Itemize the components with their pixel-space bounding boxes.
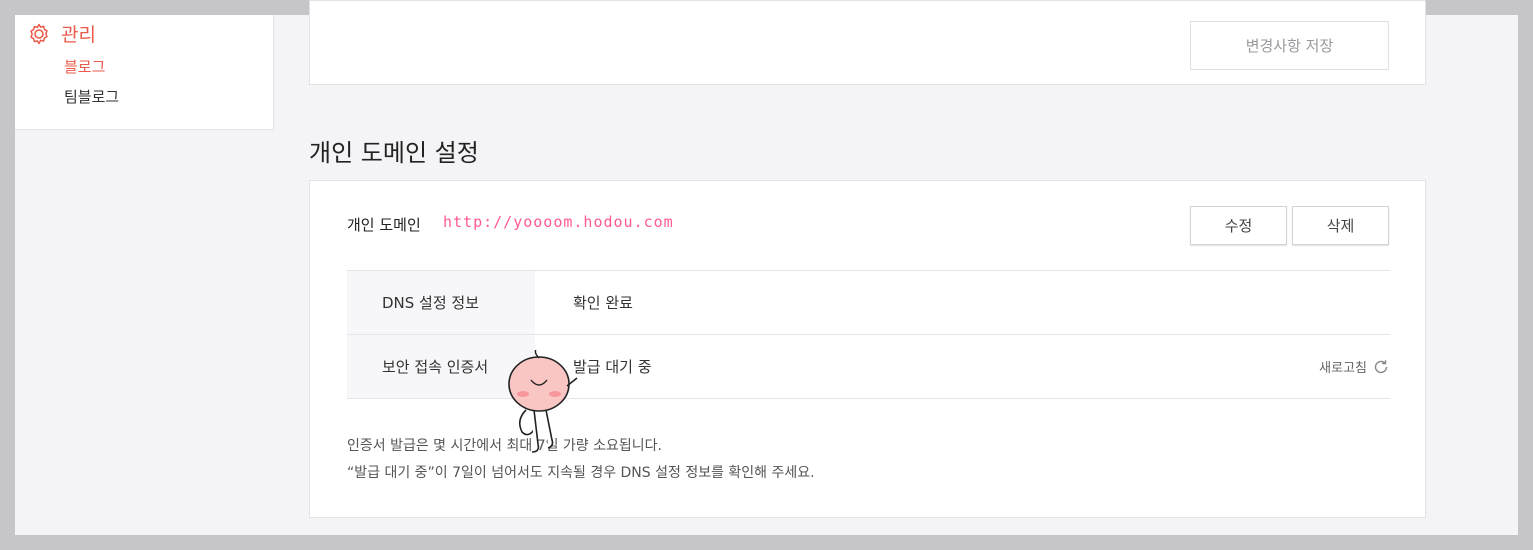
domain-value: http://yoooom.hodou.com [443,213,674,231]
refresh-button[interactable]: 새로고침 [1319,357,1390,376]
card-divider [310,0,1425,1]
section-title: 개인 도메인 설정 [309,139,479,167]
row-key: DNS 설정 정보 [347,271,535,334]
refresh-icon [1374,359,1388,373]
sidebar: 관리 블로그 팀블로그 [15,15,274,130]
peach-mascot-icon [508,350,578,453]
row-value: 발급 대기 중 새로고침 [535,335,1390,398]
settings-card-top: 변경사항 저장 [309,0,1426,85]
domain-label: 개인 도메인 [347,216,421,234]
sidebar-item-blog[interactable]: 블로그 [64,56,105,77]
delete-button[interactable]: 삭제 [1292,206,1389,245]
page: 관리 블로그 팀블로그 변경사항 저장 개인 도메인 설정 개인 도메인 htt… [15,0,1518,535]
row-value: 확인 완료 [535,271,1390,334]
save-changes-button[interactable]: 변경사항 저장 [1190,21,1389,70]
sidebar-header: 관리 [27,20,96,47]
sidebar-item-teamblog[interactable]: 팀블로그 [64,86,119,107]
table-row: DNS 설정 정보 확인 완료 [347,271,1390,335]
row-value-text: 확인 완료 [573,294,633,312]
sidebar-title: 관리 [61,24,96,46]
domain-settings-card: 개인 도메인 http://yoooom.hodou.com 수정 삭제 DNS… [309,180,1426,518]
edit-button[interactable]: 수정 [1190,206,1287,245]
gear-icon [30,23,48,44]
refresh-label: 새로고침 [1319,361,1367,376]
note-line: “발급 대기 중”이 7일이 넘어서도 지속될 경우 DNS 설정 정보를 확인… [347,465,815,481]
